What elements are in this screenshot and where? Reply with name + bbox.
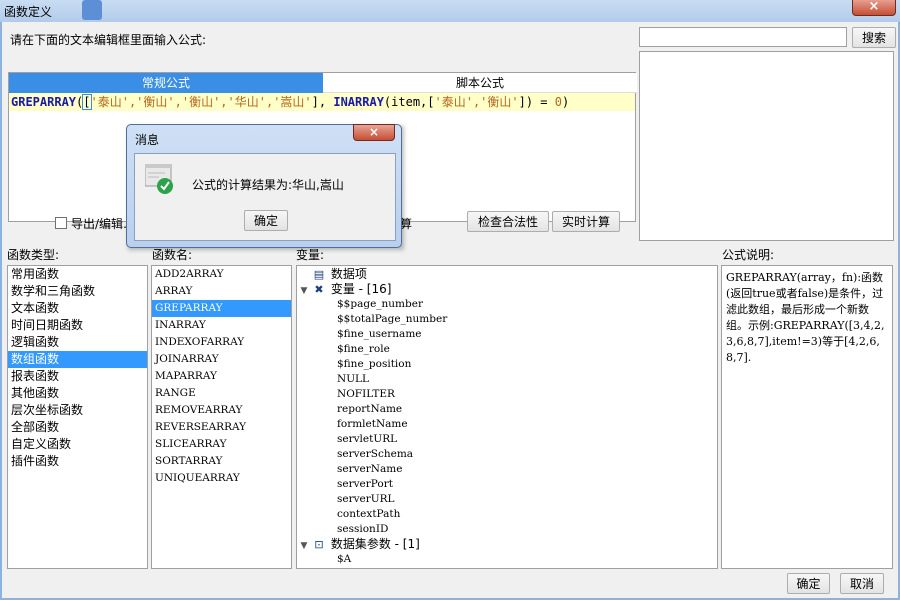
message-close-button[interactable]: × [353, 124, 395, 141]
function-item[interactable]: REMOVEARRAY [152, 402, 291, 419]
variable-item[interactable]: $fine_position [297, 357, 717, 372]
formula-punct: ]) = [518, 95, 555, 109]
function-item[interactable]: ADD2ARRAY [152, 266, 291, 283]
ok-button[interactable]: 确定 [787, 573, 830, 594]
description-panel: GREPARRAY(array，fn):函数(返回true或者false)是条件… [721, 265, 893, 569]
category-item[interactable]: 自定义函数 [8, 436, 147, 453]
category-item[interactable]: 逻辑函数 [8, 334, 147, 351]
variable-children: $$page_number $$totalPage_number $fine_use… [297, 297, 717, 537]
realtime-calc-button[interactable]: 实时计算 [552, 211, 620, 232]
table-icon: ▤ [313, 268, 325, 281]
variable-icon: ✖ [314, 283, 324, 296]
function-item[interactable]: JOINARRAY [152, 351, 291, 368]
category-item[interactable]: 数学和三角函数 [8, 283, 147, 300]
cancel-button[interactable]: 取消 [840, 573, 884, 594]
formula-function: GREPARRAY [11, 95, 77, 109]
function-item[interactable]: UNIQUEARRAY [152, 470, 291, 487]
variable-item[interactable]: sessionID [297, 522, 717, 537]
variable-item[interactable]: NOFILTER [297, 387, 717, 402]
dialog-client-area: 请在下面的文本编辑框里面输入公式: 搜索 常规公式 脚本公式 GREPARRAY… [2, 22, 898, 598]
background-window-tab [82, 0, 102, 20]
variable-item[interactable]: reportName [297, 402, 717, 417]
function-item[interactable]: ARRAY [152, 283, 291, 300]
expand-arrow-icon[interactable]: ▼ [297, 539, 311, 554]
expand-arrow-icon[interactable]: ▼ [297, 284, 311, 299]
formula-function: INARRAY [333, 95, 384, 109]
dataset-children: $A [297, 552, 717, 567]
function-list[interactable]: ADD2ARRAY ARRAY GREPARRAY INARRAY INDEXOFARR… [151, 265, 292, 569]
function-item[interactable]: SLICEARRAY [152, 436, 291, 453]
search-button[interactable]: 搜索 [852, 27, 896, 48]
tree-node-variables[interactable]: ▼ ✖ 变量 - [16] [297, 282, 717, 297]
variable-item[interactable]: $fine_role [297, 342, 717, 357]
category-item[interactable]: 层次坐标函数 [8, 402, 147, 419]
function-item[interactable]: SORTARRAY [152, 453, 291, 470]
variable-tree[interactable]: ▤ 数据项 ▼ ✖ 变量 - [16] $$page_number $$totalP… [296, 265, 718, 569]
param-icon: ⊡ [314, 538, 324, 551]
formula-punct: ) [561, 95, 570, 109]
category-list[interactable]: 常用函数 数学和三角函数 文本函数 时间日期函数 逻辑函数 数组函数 报表函数 其他函数 层次坐… [7, 265, 148, 569]
category-item[interactable]: 全部函数 [8, 419, 147, 436]
variable-item[interactable]: $fine_username [297, 327, 717, 342]
variable-item[interactable]: formletName [297, 417, 717, 432]
formula-text[interactable]: GREPARRAY(['泰山','衡山','衡山','华山','嵩山'], IN… [9, 93, 635, 111]
message-dialog: 消息 × 公式的计算结果为:华山,嵩山 确定 [126, 124, 402, 248]
variable-item[interactable]: serverPort [297, 477, 717, 492]
tree-node-dataset-params[interactable]: ▼ ⊡ 数据集参数 - [1] [297, 537, 717, 552]
category-item[interactable]: 插件函数 [8, 453, 147, 470]
search-input[interactable] [639, 27, 847, 47]
category-item[interactable]: 数组函数 [8, 351, 147, 368]
message-title: 消息 [135, 133, 160, 147]
dataset-param-item[interactable]: $A [297, 552, 717, 567]
formula-punct: ], [311, 95, 334, 109]
search-result-panel [639, 51, 894, 241]
function-item[interactable]: MAPARRAY [152, 368, 291, 385]
function-item[interactable]: INARRAY [152, 317, 291, 334]
window-titlebar: 函数定义 × [0, 0, 900, 22]
function-item[interactable]: RANGE [152, 385, 291, 402]
window-title: 函数定义 [4, 5, 53, 19]
function-item[interactable]: REVERSEARRAY [152, 419, 291, 436]
message-body: 公式的计算结果为:华山,嵩山 确定 [134, 153, 396, 241]
variable-item[interactable]: $$page_number [297, 297, 717, 312]
variable-item[interactable]: NULL [297, 372, 717, 387]
formula-string: '泰山','衡山','衡山','华山','嵩山' [90, 95, 312, 109]
category-item[interactable]: 时间日期函数 [8, 317, 147, 334]
export-checkbox[interactable] [55, 217, 67, 229]
message-ok-button[interactable]: 确定 [244, 210, 288, 231]
function-item[interactable]: GREPARRAY [152, 300, 291, 317]
variable-item[interactable]: servletURL [297, 432, 717, 447]
variable-item[interactable]: serverName [297, 462, 717, 477]
description-header: 公式说明: [722, 248, 775, 262]
variable-item[interactable]: contextPath [297, 507, 717, 522]
formula-number: 0 [554, 95, 562, 109]
tab-script-formula[interactable]: 脚本公式 [323, 73, 637, 93]
description-text: GREPARRAY(array，fn):函数(返回true或者false)是条件… [726, 271, 885, 364]
variable-item[interactable]: $$totalPage_number [297, 312, 717, 327]
category-item[interactable]: 其他函数 [8, 385, 147, 402]
window-close-button[interactable]: × [852, 0, 896, 16]
editor-prompt: 请在下面的文本编辑框里面输入公式: [10, 33, 207, 47]
category-item[interactable]: 文本函数 [8, 300, 147, 317]
tab-normal-formula[interactable]: 常规公式 [9, 73, 323, 93]
formula-punct: (item,[ [383, 95, 435, 109]
variable-item[interactable]: serverURL [297, 492, 717, 507]
function-item[interactable]: INDEXOFARRAY [152, 334, 291, 351]
success-check-icon [145, 164, 173, 194]
category-item[interactable]: 报表函数 [8, 368, 147, 385]
formula-caret: [ [82, 94, 92, 110]
tree-node-data-item[interactable]: ▤ 数据项 [297, 267, 717, 282]
message-text: 公式的计算结果为:华山,嵩山 [192, 178, 344, 192]
formula-string: '泰山','衡山' [434, 95, 519, 109]
variable-item[interactable]: serverSchema [297, 447, 717, 462]
category-item[interactable]: 常用函数 [8, 266, 147, 283]
category-header: 函数类型: [7, 248, 60, 262]
check-validity-button[interactable]: 检查合法性 [467, 211, 549, 232]
